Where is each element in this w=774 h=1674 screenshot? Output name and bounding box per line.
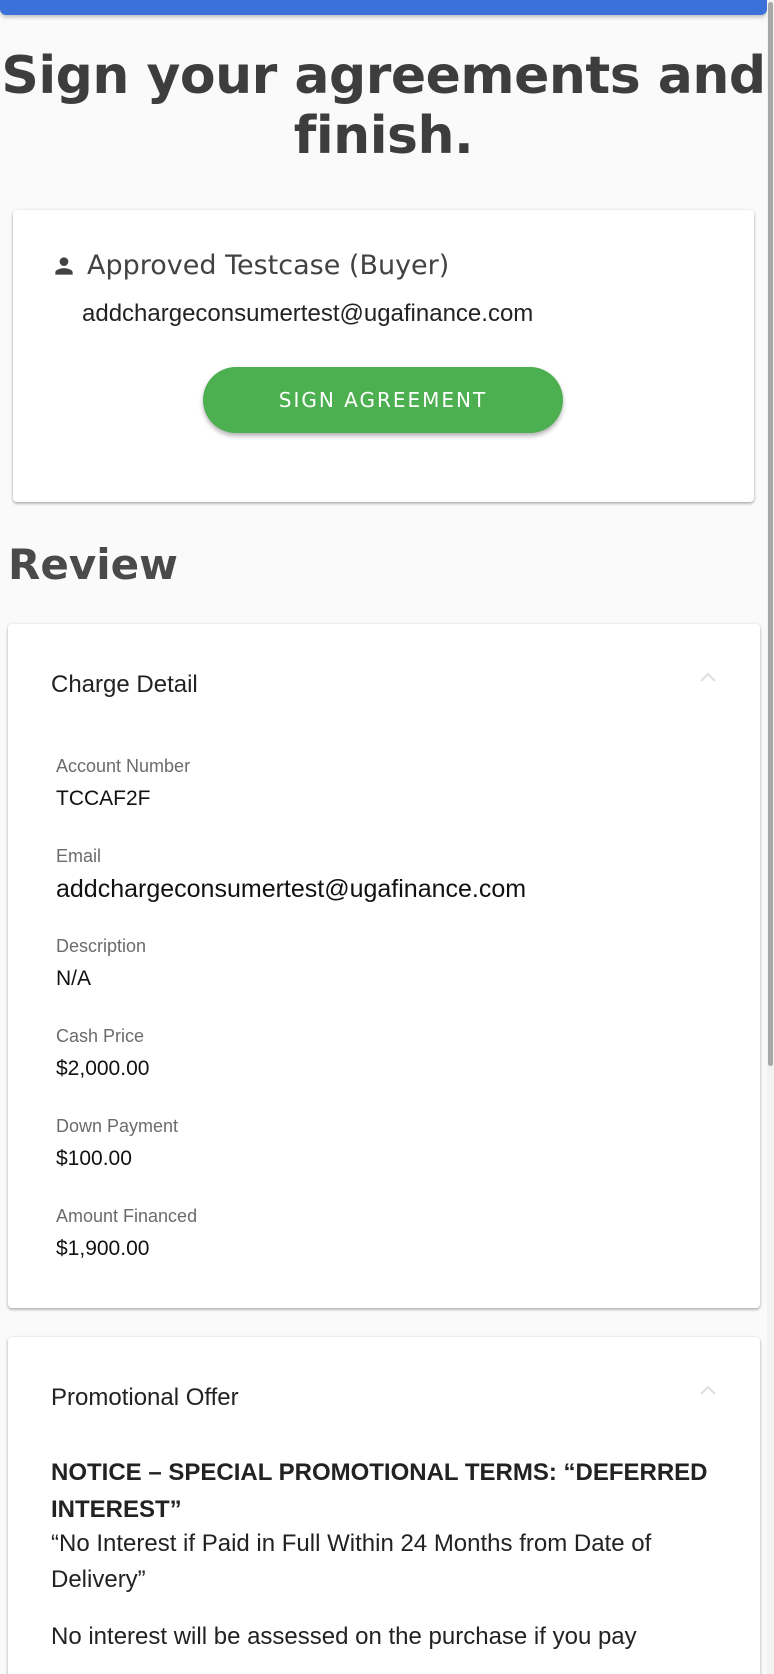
field-label: Email: [56, 846, 102, 866]
field-down-payment: Down Payment $100.00: [56, 1116, 178, 1171]
page-title: Sign your agreements and finish.: [1, 46, 766, 166]
field-value: $100.00: [56, 1147, 132, 1170]
chevron-up-icon[interactable]: [696, 1379, 720, 1403]
signer-email: addchargeconsumertest@ugafinance.com: [82, 300, 534, 327]
field-value: TCCAF2F: [56, 787, 151, 810]
promo-body: No interest will be assessed on the purc…: [51, 1623, 637, 1650]
signer-name-row: Approved Testcase (Buyer): [51, 250, 449, 281]
charge-detail-panel: Charge Detail Account Number TCCAF2F Ema…: [8, 624, 760, 1308]
field-account-number: Account Number TCCAF2F: [56, 756, 190, 811]
field-label: Account Number: [56, 756, 191, 776]
charge-detail-title[interactable]: Charge Detail: [51, 671, 198, 699]
field-value: $2,000.00: [56, 1057, 150, 1080]
promotional-offer-title[interactable]: Promotional Offer: [51, 1384, 239, 1412]
top-progress-bar: [0, 0, 767, 15]
field-value: addchargeconsumertest@ugafinance.com: [56, 875, 527, 903]
review-heading: Review: [8, 540, 178, 589]
field-value: $1,900.00: [56, 1237, 150, 1260]
field-label: Down Payment: [56, 1116, 179, 1136]
signer-name: Approved Testcase (Buyer): [87, 250, 450, 281]
field-label: Description: [56, 936, 147, 956]
field-email: Email addchargeconsumertest@ugafinance.c…: [56, 846, 526, 904]
field-cash-price: Cash Price $2,000.00: [56, 1026, 149, 1081]
field-label: Amount Financed: [56, 1206, 198, 1226]
field-description: Description N/A: [56, 936, 146, 991]
promo-subtitle: “No Interest if Paid in Full Within 24 M…: [51, 1530, 652, 1593]
field-label: Cash Price: [56, 1026, 145, 1046]
scrollbar-thumb[interactable]: [768, 2, 773, 1066]
chevron-up-icon[interactable]: [696, 666, 720, 690]
field-value: N/A: [56, 967, 92, 990]
field-amount-financed: Amount Financed $1,900.00: [56, 1206, 197, 1261]
promotional-offer-panel: Promotional Offer NOTICE – SPECIAL PROMO…: [8, 1337, 760, 1674]
sign-agreement-button[interactable]: SIGN AGREEMENT: [203, 367, 563, 433]
person-icon: [55, 256, 73, 275]
signer-card: Approved Testcase (Buyer) addchargeconsu…: [13, 210, 754, 502]
promo-notice: NOTICE – SPECIAL PROMOTIONAL TERMS: “DEF…: [51, 1459, 708, 1523]
